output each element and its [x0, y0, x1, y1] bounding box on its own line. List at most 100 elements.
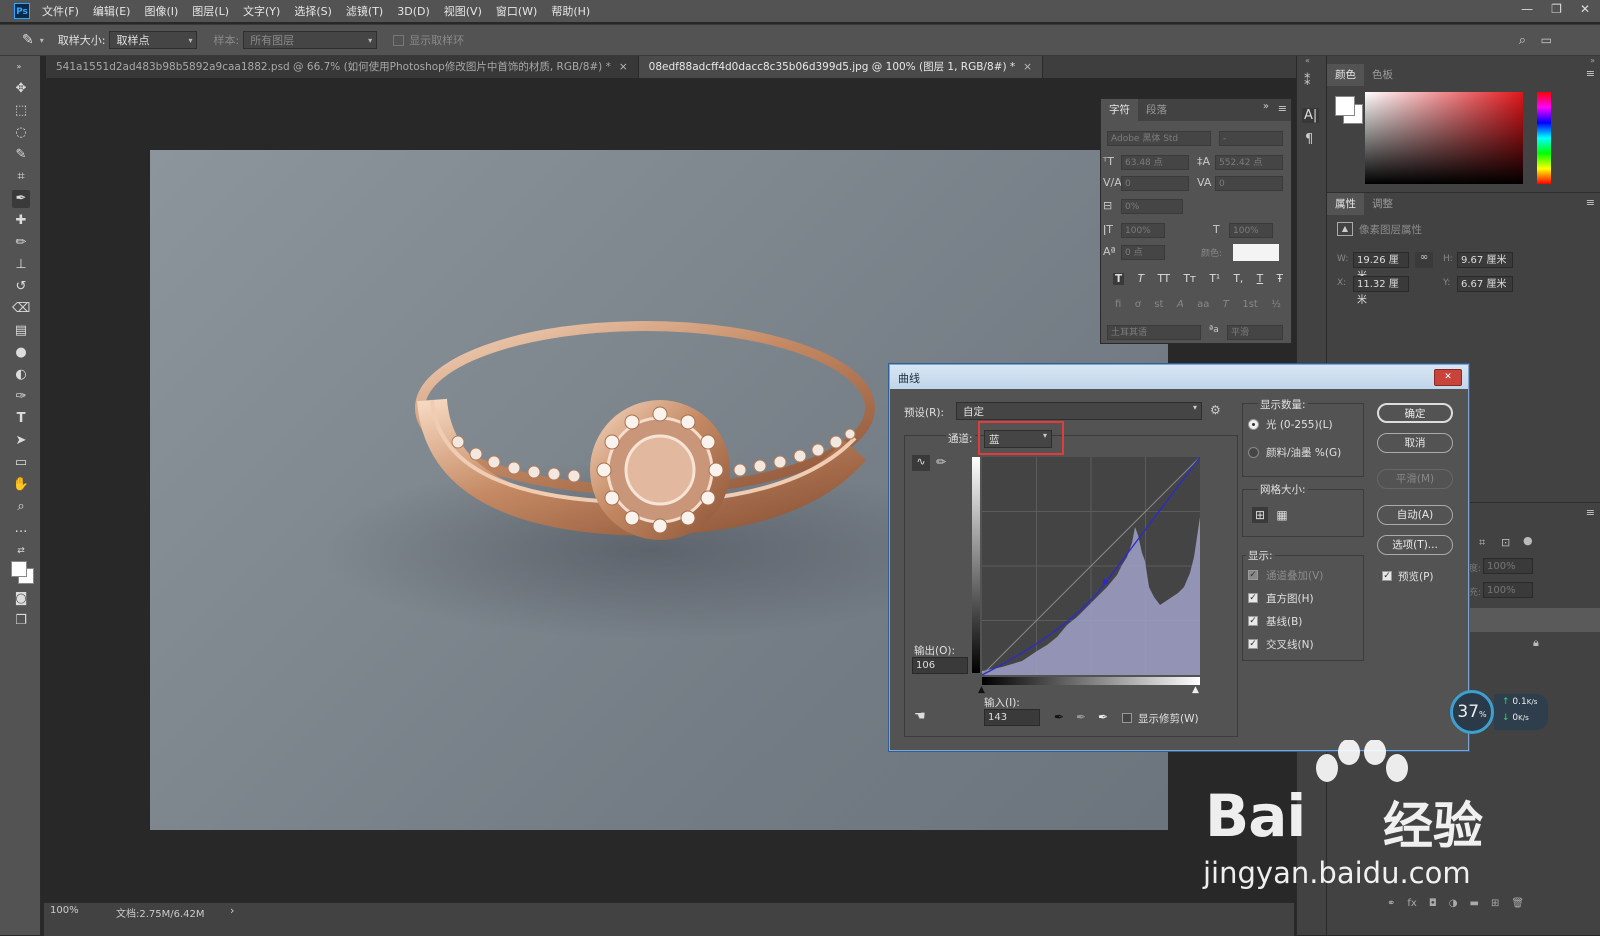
language-select[interactable]: 土耳其语	[1107, 325, 1201, 340]
layer-lock-icon[interactable]: 🔒︎	[1533, 636, 1539, 650]
menu-window[interactable]: 窗口(W)	[496, 3, 537, 19]
blur-tool-icon[interactable]: ●	[12, 344, 30, 362]
more-tools-icon[interactable]: …	[12, 520, 30, 538]
discretionary-ligatures-button[interactable]: st	[1154, 299, 1163, 310]
menu-file[interactable]: 文件(F)	[42, 3, 79, 19]
foreground-color-swatch[interactable]	[11, 561, 27, 577]
channel-overlays-checkbox[interactable]: ✓	[1248, 570, 1258, 580]
swap-colors-icon[interactable]: ⇄	[12, 542, 30, 560]
eraser-tool-icon[interactable]: ⌫	[12, 300, 30, 318]
eyedropper-tool-icon[interactable]: ✎	[22, 32, 34, 48]
gradient-tool-icon[interactable]: ▤	[12, 322, 30, 340]
tab-document-psd[interactable]: 541a1551d2ad483b98b5892a9caa1882.psd @ 6…	[46, 56, 639, 78]
layer-row[interactable]	[1469, 608, 1600, 632]
baseline-checkbox[interactable]: ✓	[1248, 616, 1258, 626]
swatch-tool-icon[interactable]: ⁑	[1304, 74, 1311, 89]
lock-pixels-icon[interactable]: ⌗	[1479, 536, 1485, 550]
superscript-button[interactable]: T¹	[1209, 273, 1220, 285]
brush-tool-icon[interactable]: ✏	[12, 234, 30, 252]
tab-color[interactable]: 颜色	[1327, 64, 1364, 86]
baseline-shift-field[interactable]: 0 点	[1121, 245, 1165, 260]
search-icon[interactable]: ⌕	[1519, 33, 1526, 48]
channel-select[interactable]: 蓝 ▾	[984, 430, 1052, 448]
tab-properties[interactable]: 属性	[1327, 193, 1364, 215]
restore-icon[interactable]: ❐	[1551, 2, 1562, 16]
swash-button[interactable]: A	[1177, 299, 1184, 310]
menu-3d[interactable]: 3D(D)	[397, 5, 430, 18]
anti-alias-select[interactable]: 平滑	[1227, 325, 1283, 340]
lock-artboard-icon[interactable]: ⊡	[1501, 536, 1510, 549]
vertical-scale-field[interactable]: 100%	[1121, 223, 1165, 238]
subscript-button[interactable]: T,	[1234, 273, 1244, 285]
y-field[interactable]: 6.67 厘米	[1457, 276, 1513, 292]
hue-slider[interactable]	[1537, 92, 1551, 184]
clone-stamp-tool-icon[interactable]: ⊥	[12, 256, 30, 274]
input-field[interactable]: 143	[984, 709, 1040, 726]
close-icon[interactable]: ×	[1023, 61, 1032, 73]
light-radio[interactable]	[1248, 419, 1259, 430]
dodge-tool-icon[interactable]: ◐	[12, 366, 30, 384]
minimize-icon[interactable]: —	[1521, 2, 1533, 16]
close-icon[interactable]: ✕	[1434, 369, 1462, 386]
hand-tool-icon[interactable]: ✋	[12, 476, 30, 494]
dialog-title-bar[interactable]: 曲线 ✕	[890, 365, 1468, 389]
collapse-toolbar-icon[interactable]: »	[10, 58, 28, 76]
menu-view[interactable]: 视图(V)	[444, 3, 482, 19]
curves-graph[interactable]	[982, 457, 1200, 675]
text-color-swatch[interactable]	[1233, 244, 1279, 261]
opacity-field[interactable]: 100%	[1483, 558, 1533, 574]
lock-position-icon[interactable]: ●	[1523, 534, 1533, 547]
old-style-button[interactable]: ơ	[1135, 299, 1141, 310]
tab-paragraph[interactable]: 段落	[1138, 99, 1175, 121]
cpu-usage-badge[interactable]: 37%	[1450, 690, 1494, 734]
add-mask-icon[interactable]: ◘	[1429, 898, 1437, 916]
zoom-level[interactable]: 100%	[50, 905, 79, 916]
options-button[interactable]: 选项(T)...	[1377, 535, 1453, 555]
width-field[interactable]: 19.26 厘米	[1353, 252, 1409, 282]
tab-adjustments[interactable]: 调整	[1364, 193, 1401, 215]
paragraph-panel-icon[interactable]: ¶	[1305, 132, 1313, 147]
height-field[interactable]: 9.67 厘米	[1457, 252, 1513, 268]
pencil-draw-icon[interactable]: ✏	[936, 455, 946, 469]
menu-select[interactable]: 选择(S)	[294, 3, 332, 19]
pigment-radio[interactable]	[1248, 447, 1259, 458]
font-family-select[interactable]: Adobe 黑体 Std	[1107, 131, 1211, 146]
marquee-tool-icon[interactable]: ⬚	[12, 102, 30, 120]
black-point-slider[interactable]: ▲	[978, 685, 985, 695]
faux-italic-button[interactable]: T	[1138, 273, 1144, 285]
curve-edit-points-icon[interactable]: ∿	[912, 455, 930, 471]
character-panel-icon[interactable]: A|	[1302, 108, 1320, 123]
new-group-icon[interactable]: ▬	[1470, 898, 1479, 916]
ok-button[interactable]: 确定	[1377, 403, 1453, 423]
all-caps-button[interactable]: TT	[1157, 273, 1170, 285]
quick-mask-icon[interactable]: ◙	[12, 590, 30, 608]
status-arrow-icon[interactable]: ›	[230, 904, 234, 917]
faux-bold-button[interactable]: T	[1113, 273, 1125, 285]
workspace-icon[interactable]: ▭	[1541, 33, 1552, 47]
close-window-icon[interactable]: ✕	[1580, 2, 1590, 16]
rectangle-tool-icon[interactable]: ▭	[12, 454, 30, 472]
pen-tool-icon[interactable]: ✑	[12, 388, 30, 406]
cancel-button[interactable]: 取消	[1377, 433, 1453, 453]
fractions-button[interactable]: ½	[1271, 299, 1281, 310]
path-select-tool-icon[interactable]: ➤	[12, 432, 30, 450]
font-size-field[interactable]: 63.48 点	[1121, 155, 1189, 170]
collapse-dock-icon[interactable]: «	[1305, 56, 1310, 65]
smooth-button[interactable]: 平滑(M)	[1377, 469, 1453, 489]
tracking-field[interactable]: 0	[1215, 176, 1283, 191]
preview-checkbox[interactable]: ✓	[1382, 571, 1392, 581]
intersection-checkbox[interactable]: ✓	[1248, 639, 1258, 649]
menu-type[interactable]: 文字(Y)	[243, 3, 280, 19]
grid-simple-icon[interactable]: ⊞	[1252, 507, 1268, 523]
fill-field[interactable]: 100%	[1483, 582, 1533, 598]
show-clipping-checkbox[interactable]	[1122, 713, 1132, 723]
x-field[interactable]: 11.32 厘米	[1353, 276, 1409, 306]
adjustment-layer-icon[interactable]: ◑	[1449, 898, 1458, 916]
menu-layer[interactable]: 图层(L)	[192, 3, 229, 19]
strikethrough-button[interactable]: Ŧ	[1277, 273, 1283, 285]
tab-swatches[interactable]: 色板	[1364, 64, 1401, 86]
preset-options-gear-icon[interactable]: ⚙	[1210, 403, 1221, 417]
healing-brush-tool-icon[interactable]: ✚	[12, 212, 30, 230]
color-fg-swatch[interactable]	[1335, 96, 1355, 116]
show-ring-checkbox[interactable]	[393, 34, 405, 46]
